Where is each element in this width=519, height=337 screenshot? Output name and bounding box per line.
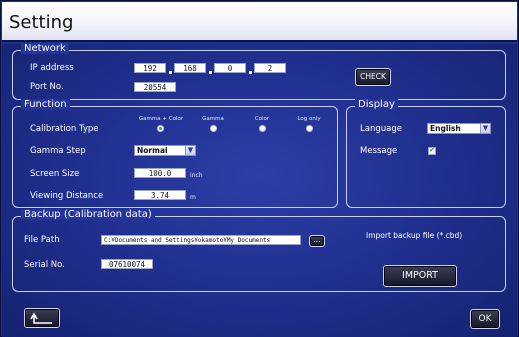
language-value: English: [430, 124, 461, 133]
check-button[interactable]: CHECK: [355, 68, 391, 86]
back-button[interactable]: [24, 308, 60, 328]
screen-size-unit: inch: [190, 172, 203, 179]
ip-address-label: IP address: [30, 63, 74, 73]
import-hint-text: Import backup file (*.cbd): [366, 231, 463, 240]
display-group: Display Language English ▼ Message ✔: [346, 99, 506, 208]
viewing-distance-unit: m: [190, 194, 196, 201]
calibration-type-label: Calibration Type: [30, 124, 99, 134]
calibration-gamma-color-radio[interactable]: [157, 125, 164, 132]
browse-button[interactable]: ...: [309, 235, 325, 247]
language-select[interactable]: English ▼: [427, 123, 491, 134]
calibration-option-log-only-label: Log only: [297, 116, 321, 122]
settings-content: Network IP address 192 168 0 2 Port No. …: [2, 43, 517, 337]
calibration-log-only-radio[interactable]: [306, 125, 313, 132]
ip-dot-3: [249, 71, 252, 74]
gamma-step-label: Gamma Step: [30, 146, 86, 156]
port-label: Port No.: [30, 82, 64, 92]
network-group: Network IP address 192 168 0 2 Port No. …: [12, 43, 506, 100]
serial-no-label: Serial No.: [24, 260, 65, 270]
screen-size-label: Screen Size: [30, 169, 80, 179]
gamma-step-select[interactable]: Normal ▼: [134, 145, 196, 156]
language-label: Language: [360, 124, 402, 134]
calibration-gamma-radio[interactable]: [210, 125, 217, 132]
chevron-down-icon: ▼: [185, 146, 195, 155]
import-button[interactable]: IMPORT: [383, 265, 457, 287]
return-arrow-icon: [30, 312, 52, 324]
backup-legend: Backup (Calibration data): [21, 209, 155, 220]
port-field[interactable]: 20554: [134, 82, 176, 92]
viewing-distance-field[interactable]: 3.74: [134, 190, 186, 200]
file-path-label: File Path: [24, 235, 60, 245]
title-bar: Setting: [2, 2, 517, 42]
viewing-distance-label: Viewing Distance: [30, 191, 104, 201]
file-path-field[interactable]: C:¥Documents and Settings¥okamoto¥My Doc…: [101, 235, 301, 245]
chevron-down-icon: ▼: [480, 124, 490, 133]
serial-no-field: 07610074: [101, 259, 153, 269]
display-legend: Display: [355, 99, 398, 110]
window-title: Setting: [9, 12, 74, 33]
gamma-step-value: Normal: [137, 146, 168, 155]
ip-octet-4-field[interactable]: 2: [254, 63, 286, 73]
network-legend: Network: [21, 43, 69, 54]
ok-button[interactable]: OK: [470, 309, 500, 329]
function-group: Function Calibration Type Gamma + Color …: [12, 99, 338, 208]
ip-octet-1-field[interactable]: 192: [134, 63, 166, 73]
ip-octet-3-field[interactable]: 0: [214, 63, 246, 73]
message-checkbox[interactable]: ✔: [428, 147, 436, 155]
function-legend: Function: [21, 99, 70, 110]
calibration-option-gamma-color-label: Gamma + Color: [138, 116, 184, 122]
ip-dot-2: [209, 71, 212, 74]
ip-octet-2-field[interactable]: 168: [174, 63, 206, 73]
message-label: Message: [360, 146, 398, 156]
backup-group: Backup (Calibration data) File Path C:¥D…: [12, 209, 506, 292]
settings-window: Setting Network IP address 192 168 0 2 P…: [0, 0, 519, 337]
ip-dot-1: [169, 71, 172, 74]
calibration-color-radio[interactable]: [259, 125, 266, 132]
screen-size-field[interactable]: 100.0: [134, 168, 186, 178]
